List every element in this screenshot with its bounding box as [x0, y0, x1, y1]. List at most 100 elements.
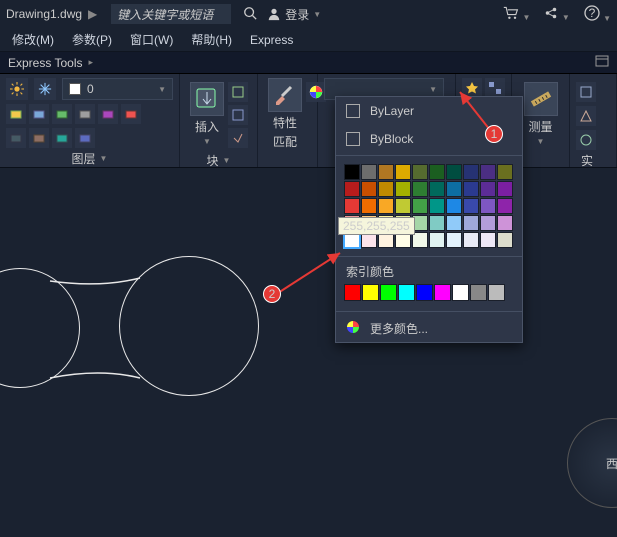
palette-cell[interactable] [429, 215, 445, 231]
search-icon[interactable] [243, 6, 257, 23]
palette-cell[interactable] [497, 232, 513, 248]
palette-cell[interactable] [497, 181, 513, 197]
drawing-canvas[interactable]: 西 [0, 168, 617, 537]
color-option-bylayer[interactable]: ByLayer [336, 97, 522, 125]
block-tool-1[interactable] [228, 82, 248, 102]
layer-tool-3[interactable] [52, 104, 72, 124]
palette-cell[interactable] [497, 215, 513, 231]
palette-cell[interactable] [429, 164, 445, 180]
menu-parametric[interactable]: 参数(P) [72, 31, 112, 48]
login-label[interactable]: 登录 [285, 6, 309, 23]
layer-tool-8[interactable] [29, 128, 49, 148]
palette-cell[interactable] [412, 181, 428, 197]
index-color-cell[interactable] [380, 284, 397, 301]
share-icon[interactable]: ▼ [544, 6, 569, 23]
index-color-cell[interactable] [488, 284, 505, 301]
menu-express[interactable]: Express [250, 33, 293, 47]
palette-cell[interactable] [344, 181, 360, 197]
palette-cell[interactable] [395, 198, 411, 214]
palette-cell[interactable] [378, 164, 394, 180]
palette-cell[interactable] [429, 181, 445, 197]
palette-cell[interactable] [446, 215, 462, 231]
palette-cell[interactable] [378, 198, 394, 214]
palette-cell[interactable] [412, 198, 428, 214]
star-icon[interactable] [462, 78, 482, 98]
palette-cell[interactable] [361, 164, 377, 180]
palette-cell[interactable] [463, 181, 479, 197]
palette-cell[interactable] [497, 164, 513, 180]
palette-cell[interactable] [480, 215, 496, 231]
util-tool-1[interactable] [576, 82, 596, 102]
layer-current-value: 0 [87, 82, 94, 96]
layer-tool-6[interactable] [121, 104, 141, 124]
palette-cell[interactable] [446, 198, 462, 214]
palette-cell[interactable] [480, 164, 496, 180]
palette-cell[interactable] [480, 232, 496, 248]
util-tool-3[interactable] [576, 130, 596, 150]
index-color-cell[interactable] [416, 284, 433, 301]
palette-cell[interactable] [344, 164, 360, 180]
palette-cell[interactable] [378, 181, 394, 197]
index-color-cell[interactable] [362, 284, 379, 301]
ribbon-collapse-icon[interactable] [595, 55, 609, 70]
layer-tool-4[interactable] [75, 104, 95, 124]
layer-tool-2[interactable] [29, 104, 49, 124]
index-color-cell[interactable] [452, 284, 469, 301]
cart-icon[interactable]: ▼ [503, 6, 530, 23]
palette-cell[interactable] [446, 232, 462, 248]
panel-label-block[interactable]: 块▼ [186, 150, 251, 169]
search-input[interactable]: 键入关键字或短语 [111, 4, 231, 24]
palette-cell[interactable] [463, 164, 479, 180]
brush-icon [268, 78, 302, 112]
menu-window[interactable]: 窗口(W) [130, 31, 173, 48]
measure-button[interactable]: 测量 ▼ [518, 78, 563, 150]
layer-tool-10[interactable] [75, 128, 95, 148]
menu-help[interactable]: 帮助(H) [191, 31, 232, 48]
freeze-icon[interactable] [34, 78, 56, 100]
tab-express-tools[interactable]: Express Tools [8, 56, 82, 70]
palette-cell[interactable] [446, 181, 462, 197]
index-color-cell[interactable] [344, 284, 361, 301]
palette-cell[interactable] [395, 164, 411, 180]
tab-overflow-icon[interactable]: ▸ [88, 57, 93, 68]
palette-cell[interactable] [463, 232, 479, 248]
match-properties-button[interactable]: 特性 匹配 [264, 78, 306, 150]
index-color-cell[interactable] [434, 284, 451, 301]
more-colors-label: 更多颜色... [370, 320, 428, 337]
viewcube[interactable]: 西 [567, 418, 617, 508]
layer-dropdown[interactable]: 0 ▼ [62, 78, 173, 100]
ruler-icon [524, 82, 558, 116]
palette-cell[interactable] [480, 181, 496, 197]
group-icon[interactable] [485, 78, 505, 98]
document-tab[interactable]: Drawing1.dwg ▶ [6, 7, 103, 21]
layer-tool-7[interactable] [6, 128, 26, 148]
index-color-cell[interactable] [398, 284, 415, 301]
palette-cell[interactable] [412, 164, 428, 180]
palette-cell[interactable] [361, 198, 377, 214]
byblock-swatch-icon [346, 132, 360, 146]
palette-cell[interactable] [429, 232, 445, 248]
annotation-badge-2: 2 [263, 285, 281, 303]
index-color-cell[interactable] [470, 284, 487, 301]
palette-cell[interactable] [497, 198, 513, 214]
block-tool-3[interactable] [228, 128, 248, 148]
help-icon[interactable]: ? ▼ [584, 5, 611, 24]
palette-cell[interactable] [395, 181, 411, 197]
more-colors-button[interactable]: 更多颜色... [336, 314, 522, 342]
palette-cell[interactable] [480, 198, 496, 214]
palette-cell[interactable] [463, 215, 479, 231]
palette-cell[interactable] [446, 164, 462, 180]
util-tool-2[interactable] [576, 106, 596, 126]
palette-cell[interactable] [463, 198, 479, 214]
layer-tool-5[interactable] [98, 104, 118, 124]
panel-label-layers[interactable]: 图层▼ [6, 148, 173, 167]
palette-cell[interactable] [361, 181, 377, 197]
sun-icon[interactable] [6, 78, 28, 100]
layer-tool-9[interactable] [52, 128, 72, 148]
palette-cell[interactable] [429, 198, 445, 214]
block-tool-2[interactable] [228, 105, 248, 125]
palette-cell[interactable] [344, 198, 360, 214]
menu-modify[interactable]: 修改(M) [12, 31, 54, 48]
layer-tool-1[interactable] [6, 104, 26, 124]
insert-button[interactable]: 插入 ▼ [186, 78, 228, 150]
